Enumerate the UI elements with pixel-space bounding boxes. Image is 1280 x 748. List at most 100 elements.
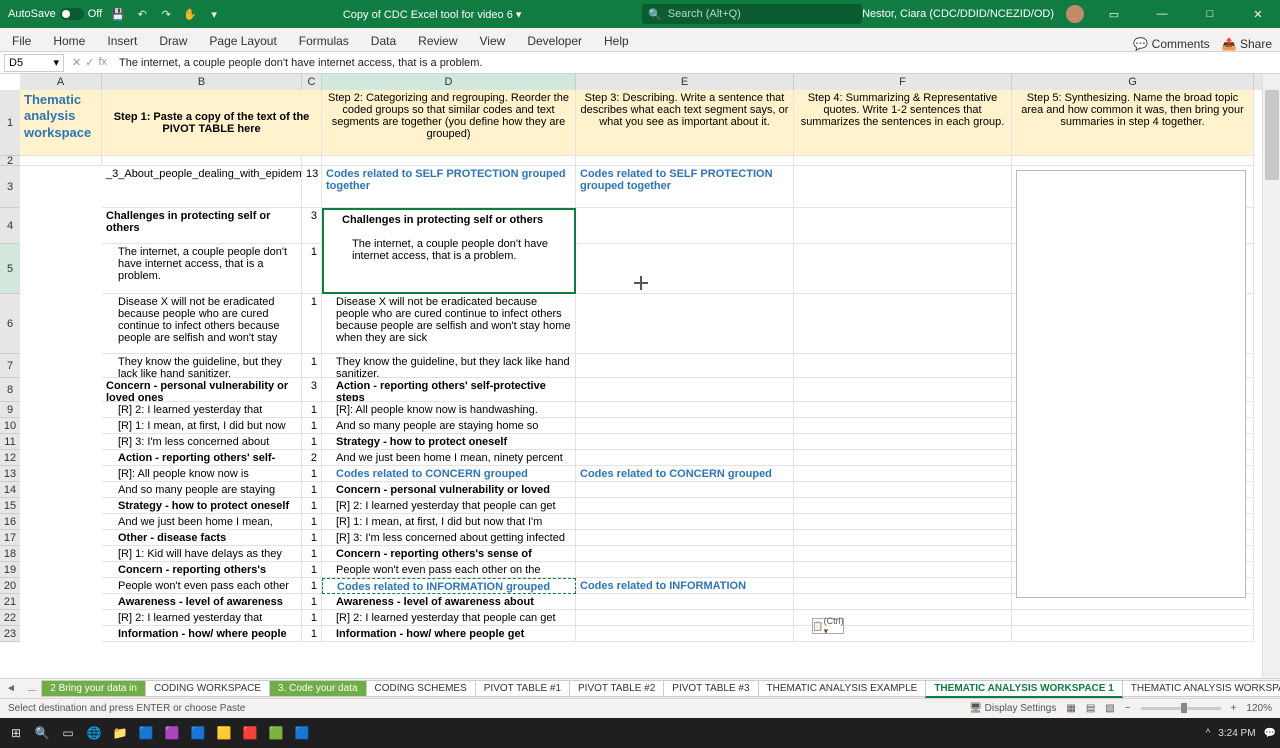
cell-G1[interactable]: Step 5: Synthesizing. Name the broad top… (1012, 90, 1254, 156)
sheet-tab[interactable]: 2 Bring your data in (41, 680, 146, 697)
column-header[interactable]: F (794, 74, 1012, 90)
cell-C14[interactable]: 1 (302, 482, 322, 498)
cell-C5[interactable]: 1 (302, 244, 322, 294)
cell-C9[interactable]: 1 (302, 402, 322, 418)
row-header[interactable]: 4 (0, 208, 20, 244)
cell-A1[interactable]: Thematic analysis workspace (20, 90, 102, 156)
row-header[interactable]: 21 (0, 594, 20, 610)
cell-F7[interactable] (794, 354, 1012, 378)
cell-E12[interactable] (576, 450, 794, 466)
cell-E8[interactable] (576, 378, 794, 402)
sheet-tab[interactable]: PIVOT TABLE #1 (475, 680, 570, 697)
row-header[interactable]: 14 (0, 482, 20, 498)
document-title[interactable]: Copy of CDC Excel tool for video 6 ▾ (222, 8, 642, 21)
cell-D7[interactable]: They know the guideline, but they lack l… (322, 354, 576, 378)
cell-F8[interactable] (794, 378, 1012, 402)
cell-F16[interactable] (794, 514, 1012, 530)
cell-F3[interactable] (794, 166, 1012, 208)
cell-F21[interactable] (794, 594, 1012, 610)
cell-B21[interactable]: Awareness - level of awareness about (102, 594, 302, 610)
vertical-scrollbar[interactable] (1262, 74, 1280, 678)
cell-E5[interactable] (576, 244, 794, 294)
row-header[interactable]: 18 (0, 546, 20, 562)
display-settings-button[interactable]: 🖥 Display Settings (969, 703, 1056, 714)
cell-C12[interactable]: 2 (302, 450, 322, 466)
app-icon[interactable]: 🟦 (290, 721, 314, 745)
floating-widget[interactable] (1016, 170, 1246, 598)
avatar[interactable] (1066, 5, 1084, 23)
zoom-in-button[interactable]: + (1231, 703, 1237, 714)
cell-D22[interactable]: [R] 2: I learned yesterday that people c… (322, 610, 576, 626)
cell-E6[interactable] (576, 294, 794, 354)
cell-A2[interactable] (20, 156, 102, 166)
cell-D18[interactable]: Concern - reporting others's sense of co… (322, 546, 576, 562)
cell-D1[interactable]: Step 2: Categorizing and regrouping. Reo… (322, 90, 576, 156)
app-icon[interactable]: 🟦 (134, 721, 158, 745)
cell-C20[interactable]: 1 (302, 578, 322, 594)
app-icon[interactable]: 🟥 (238, 721, 262, 745)
column-header[interactable]: G (1012, 74, 1254, 90)
cell-D5[interactable]: Challenges in protecting self or othersT… (322, 208, 576, 294)
customize-qat-icon[interactable]: ▾ (206, 6, 222, 22)
cell-E18[interactable] (576, 546, 794, 562)
tab-data[interactable]: Data (367, 31, 400, 51)
cell-D8[interactable]: Action - reporting others' self-protecti… (322, 378, 576, 402)
cell-E13[interactable]: Codes related to CONCERN grouped (576, 466, 794, 482)
column-header[interactable]: B (102, 74, 302, 90)
fx-icon[interactable]: fx (98, 56, 107, 69)
cell-B13[interactable]: [R]: All people know now is (102, 466, 302, 482)
cell-D21[interactable]: Awareness - level of awareness about epi… (322, 594, 576, 610)
cell-E10[interactable] (576, 418, 794, 434)
cell-E23[interactable] (576, 626, 794, 642)
row-header[interactable]: 20 (0, 578, 20, 594)
row-header[interactable]: 19 (0, 562, 20, 578)
sheet-tab[interactable]: THEMATIC ANALYSIS WORKSPACE 2 (1122, 680, 1280, 697)
cell-F19[interactable] (794, 562, 1012, 578)
cell-C19[interactable]: 1 (302, 562, 322, 578)
cell-E21[interactable] (576, 594, 794, 610)
sheet-tab-active[interactable]: THEMATIC ANALYSIS WORKSPACE 1 (925, 680, 1122, 698)
sheet-tab[interactable]: PIVOT TABLE #3 (663, 680, 758, 697)
cell-B2[interactable] (102, 156, 302, 166)
sheet-nav-more[interactable]: ... (22, 683, 42, 694)
cell-D6[interactable]: Disease X will not be eradicated because… (322, 294, 576, 354)
cell-D16[interactable]: [R] 1: I mean, at first, I did but now t… (322, 514, 576, 530)
column-header[interactable]: A (20, 74, 102, 90)
cell-F17[interactable] (794, 530, 1012, 546)
cell-B15[interactable]: Strategy - how to protect oneself (102, 498, 302, 514)
cell-E16[interactable] (576, 514, 794, 530)
row-header[interactable]: 15 (0, 498, 20, 514)
cell-F11[interactable] (794, 434, 1012, 450)
row-header[interactable]: 10 (0, 418, 20, 434)
view-normal-icon[interactable]: ▦ (1066, 703, 1075, 714)
cell-E1[interactable]: Step 3: Describing. Write a sentence tha… (576, 90, 794, 156)
task-view-icon[interactable]: ▭ (56, 721, 80, 745)
clock[interactable]: 3:24 PM (1218, 728, 1255, 739)
cell-C6[interactable]: 1 (302, 294, 322, 354)
spreadsheet-grid[interactable]: ABCDEFG 12345678910111213141516171819202… (0, 74, 1280, 678)
cell-C15[interactable]: 1 (302, 498, 322, 514)
cell-C3[interactable]: 13 (302, 166, 322, 208)
start-icon[interactable]: ⊞ (4, 721, 28, 745)
cell-B12[interactable]: Action - reporting others' self- (102, 450, 302, 466)
cell-D14[interactable]: Concern - personal vulnerability or love… (322, 482, 576, 498)
row-header[interactable]: 5 (0, 244, 20, 294)
row-header[interactable]: 7 (0, 354, 20, 378)
cell-C21[interactable]: 1 (302, 594, 322, 610)
cell-B1[interactable]: Step 1: Paste a copy of the text of the … (102, 90, 322, 156)
cell-C18[interactable]: 1 (302, 546, 322, 562)
touch-mode-icon[interactable]: ✋ (182, 6, 198, 22)
tab-developer[interactable]: Developer (523, 31, 586, 51)
column-header[interactable]: D (322, 74, 576, 90)
cell-D9[interactable]: [R]: All people know now is handwashing. (322, 402, 576, 418)
search-input[interactable]: 🔍 Search (Alt+Q) (642, 4, 862, 24)
app-icon[interactable]: 🟪 (160, 721, 184, 745)
cell-B23[interactable]: Information - how/ where people get (102, 626, 302, 642)
cell-B17[interactable]: Other - disease facts (102, 530, 302, 546)
cell-B4[interactable]: Challenges in protecting self or others (102, 208, 302, 244)
cell-C16[interactable]: 1 (302, 514, 322, 530)
cell-E9[interactable] (576, 402, 794, 418)
cell-C4[interactable]: 3 (302, 208, 322, 244)
cell-D23[interactable]: Information - how/ where people get (322, 626, 576, 642)
cell-C17[interactable]: 1 (302, 530, 322, 546)
